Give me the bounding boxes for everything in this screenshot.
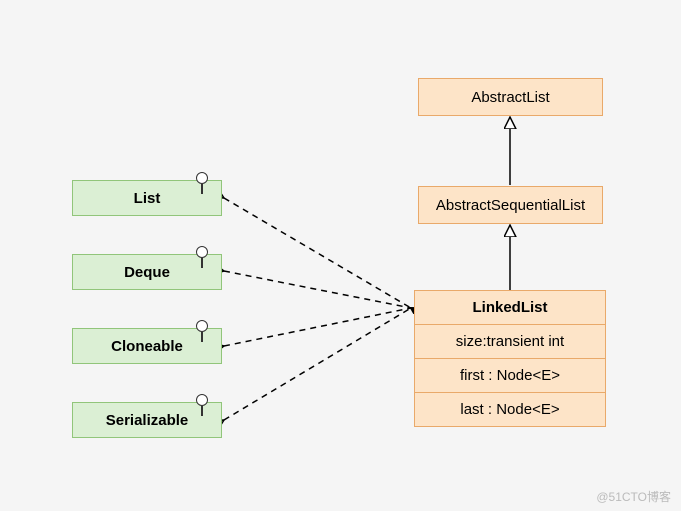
attr-first: first : Node<E>	[415, 359, 605, 393]
class-abstract-list: AbstractList	[418, 78, 603, 116]
attr-last: last : Node<E>	[415, 393, 605, 426]
class-linked-list: LinkedList size:transient int first : No…	[414, 290, 606, 427]
uml-diagram: AbstractList AbstractSequentialList Link…	[0, 0, 681, 511]
lollipop-stem	[201, 332, 203, 342]
class-label: AbstractSequentialList	[436, 197, 585, 214]
interface-label: Cloneable	[111, 338, 183, 355]
attr-size: size:transient int	[415, 325, 605, 359]
lollipop-stem	[201, 258, 203, 268]
interface-label: List	[134, 190, 161, 207]
lollipop-icon	[196, 246, 208, 258]
class-label: AbstractList	[471, 89, 549, 106]
interface-serializable: Serializable	[72, 402, 222, 438]
watermark: @51CTO博客	[596, 488, 671, 505]
interface-deque: Deque	[72, 254, 222, 290]
class-name: LinkedList	[415, 291, 605, 325]
interface-list: List	[72, 180, 222, 216]
class-abstract-sequential-list: AbstractSequentialList	[418, 186, 603, 224]
lollipop-stem	[201, 406, 203, 416]
interface-cloneable: Cloneable	[72, 328, 222, 364]
lollipop-stem	[201, 184, 203, 194]
interface-label: Deque	[124, 264, 170, 281]
lollipop-icon	[196, 172, 208, 184]
lollipop-icon	[196, 320, 208, 332]
interface-label: Serializable	[106, 412, 189, 429]
lollipop-icon	[196, 394, 208, 406]
